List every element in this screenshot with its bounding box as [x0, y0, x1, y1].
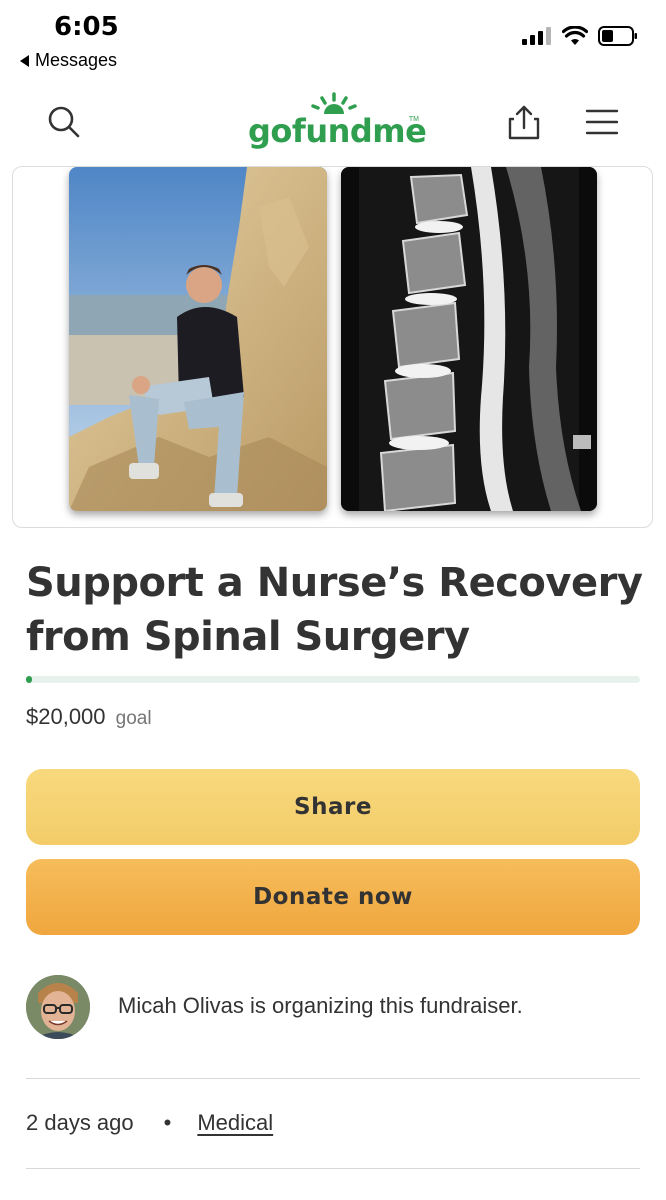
- back-app-label: Messages: [35, 50, 118, 70]
- logo-sun-icon: [311, 92, 357, 114]
- organizer-row: Micah Olivas is organizing this fundrais…: [26, 975, 640, 1041]
- donate-button[interactable]: Donate now: [26, 859, 640, 935]
- organizer-text: Micah Olivas is organizing this fundrais…: [118, 993, 523, 1018]
- back-arrow-icon: [20, 54, 29, 67]
- battery-icon: [598, 26, 637, 46]
- logo-trademark: TM: [408, 116, 419, 123]
- search-icon: [48, 106, 80, 138]
- posted-time: 2 days ago: [26, 1110, 134, 1135]
- page: 6:05 Messages gofundme TM Support a Nurs…: [0, 0, 666, 1200]
- share-page-button[interactable]: [502, 100, 546, 144]
- cellular-signal-icon: [522, 27, 551, 45]
- divider: [26, 1168, 640, 1169]
- campaign-meta: 2 days ago • Medical: [26, 1110, 273, 1136]
- beach-photo: [69, 167, 327, 511]
- search-button[interactable]: [42, 100, 86, 144]
- mri-illustration: [341, 167, 597, 511]
- share-button[interactable]: Share: [26, 769, 640, 845]
- avatar-illustration: [26, 975, 90, 1039]
- progress-bar: [26, 676, 640, 683]
- divider: [26, 1078, 640, 1079]
- menu-icon: [585, 109, 619, 135]
- menu-button[interactable]: [580, 100, 624, 144]
- status-time: 6:05: [54, 12, 119, 42]
- category-link[interactable]: Medical: [197, 1110, 273, 1136]
- site-header: gofundme TM: [0, 86, 666, 162]
- status-bar: 6:05 Messages: [0, 0, 666, 80]
- back-to-messages[interactable]: Messages: [20, 50, 117, 71]
- goal-label: goal: [115, 708, 152, 729]
- status-icons: [522, 26, 638, 46]
- mri-scan-image: [341, 167, 597, 511]
- progress-fill: [26, 676, 33, 683]
- meta-separator: •: [163, 1110, 172, 1135]
- gofundme-logo[interactable]: gofundme TM: [248, 90, 427, 154]
- goal-text: $20,000 goal: [26, 704, 152, 730]
- logo-text: gofundme: [248, 112, 427, 150]
- organizer-avatar[interactable]: [26, 975, 90, 1039]
- wifi-icon: [562, 26, 588, 45]
- beach-photo-illustration: [69, 167, 327, 511]
- campaign-hero-image[interactable]: [12, 166, 653, 528]
- goal-amount: $20,000: [26, 704, 106, 729]
- share-upload-icon: [508, 105, 540, 140]
- campaign-title: Support a Nurse’s Recovery from Spinal S…: [26, 560, 643, 660]
